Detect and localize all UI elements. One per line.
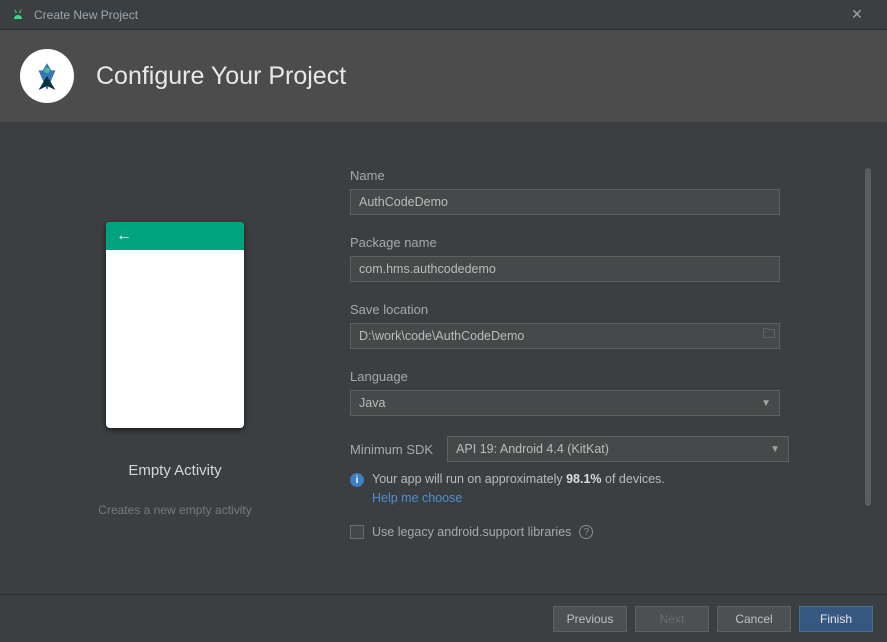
- package-label: Package name: [350, 235, 857, 250]
- wizard-content: ← Empty Activity Creates a new empty act…: [0, 122, 887, 594]
- legacy-label: Use legacy android.support libraries: [372, 525, 571, 539]
- scrollbar-thumb[interactable]: [865, 168, 871, 506]
- legacy-checkbox[interactable]: [350, 525, 364, 539]
- language-select[interactable]: Java ▼: [350, 390, 780, 416]
- close-icon[interactable]: ✕: [837, 6, 877, 23]
- chevron-down-icon: ▼: [770, 444, 780, 455]
- finish-button[interactable]: Finish: [799, 606, 873, 632]
- package-field-group: Package name: [350, 235, 857, 282]
- minsdk-label: Minimum SDK: [350, 442, 433, 457]
- template-name: Empty Activity: [128, 462, 221, 479]
- sdk-info-text: Your app will run on approximately 98.1%…: [372, 472, 665, 486]
- preview-appbar: ←: [106, 222, 244, 250]
- language-label: Language: [350, 369, 857, 384]
- android-studio-icon: [10, 7, 26, 23]
- page-title: Configure Your Project: [96, 62, 346, 91]
- name-input[interactable]: [350, 189, 780, 215]
- template-preview-pane: ← Empty Activity Creates a new empty act…: [0, 122, 350, 594]
- language-value: Java: [359, 396, 385, 410]
- location-input-wrapper: 🗀: [350, 323, 780, 349]
- window-title: Create New Project: [34, 8, 837, 22]
- previous-button[interactable]: Previous: [553, 606, 627, 632]
- package-input[interactable]: [350, 256, 780, 282]
- wizard-header: Configure Your Project: [0, 30, 887, 122]
- info-icon: i: [350, 473, 364, 487]
- location-input[interactable]: [351, 324, 759, 348]
- browse-folder-icon[interactable]: 🗀: [759, 325, 779, 347]
- location-label: Save location: [350, 302, 857, 317]
- form-scroll-area: Name Package name Save location 🗀 Langua…: [350, 168, 857, 594]
- name-field-group: Name: [350, 168, 857, 215]
- minsdk-select[interactable]: API 19: Android 4.4 (KitKat) ▼: [447, 436, 789, 462]
- back-arrow-icon: ←: [116, 227, 132, 245]
- wizard-footer: Previous Next Cancel Finish: [0, 594, 887, 642]
- legacy-libraries-row: Use legacy android.support libraries ?: [350, 525, 857, 539]
- template-description: Creates a new empty activity: [98, 503, 251, 517]
- help-me-choose-link[interactable]: Help me choose: [372, 491, 857, 505]
- window-titlebar: Create New Project ✕: [0, 0, 887, 30]
- minsdk-row: Minimum SDK API 19: Android 4.4 (KitKat)…: [350, 436, 857, 462]
- help-icon[interactable]: ?: [579, 525, 593, 539]
- sdk-info-row: i Your app will run on approximately 98.…: [350, 472, 857, 487]
- vertical-scrollbar[interactable]: [865, 168, 871, 590]
- header-icon-circle: [20, 49, 74, 103]
- chevron-down-icon: ▼: [761, 398, 771, 409]
- next-button: Next: [635, 606, 709, 632]
- cancel-button[interactable]: Cancel: [717, 606, 791, 632]
- minsdk-value: API 19: Android 4.4 (KitKat): [456, 442, 609, 456]
- form-pane: Name Package name Save location 🗀 Langua…: [350, 122, 887, 594]
- location-field-group: Save location 🗀: [350, 302, 857, 349]
- name-label: Name: [350, 168, 857, 183]
- android-studio-logo-icon: [30, 59, 64, 93]
- phone-preview: ←: [106, 222, 244, 428]
- language-field-group: Language Java ▼: [350, 369, 857, 416]
